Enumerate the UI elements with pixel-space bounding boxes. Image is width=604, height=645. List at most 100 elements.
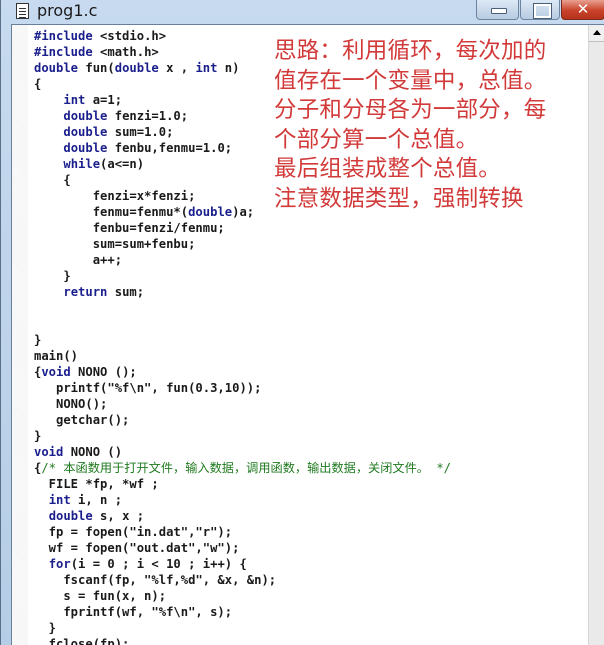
- code-text: NONO (): [63, 445, 123, 459]
- annotation-line: 注意数据类型，强制转换: [274, 185, 524, 212]
- code-keyword: double: [63, 141, 108, 155]
- code-text: fun(: [85, 61, 115, 75]
- code-keyword: double: [63, 125, 108, 139]
- code-line: fscanf(fp, "%lf,%d", &x, &n);: [34, 572, 451, 588]
- annotation-line: 思路：利用循环，每次加的: [274, 38, 547, 64]
- code-text: main(): [34, 349, 79, 363]
- editor-window: prog1.c ✕ #include <stdio.h> #include <ma…: [0, 0, 604, 645]
- code-text: }: [34, 429, 42, 443]
- code-keyword: double: [34, 61, 86, 75]
- annotation-note: 思路：利用循环，每次加的 值存在一个变量中，总值。 分子和分母各为一部分，每 个部分算…: [274, 37, 546, 214]
- code-text: getchar();: [34, 413, 130, 427]
- code-line: }: [34, 428, 451, 444]
- window-title: prog1.c: [37, 1, 98, 20]
- code-keyword: void: [34, 445, 64, 459]
- code-line: {/* 本函数用于打开文件，输入数据，调用函数，输出数据，关闭文件。 */: [34, 460, 451, 476]
- code-text: NONO ();: [70, 365, 137, 379]
- code-keyword: double: [114, 61, 159, 75]
- code-line: }: [34, 620, 451, 636]
- code-text: fenzi=x*fenzi;: [34, 189, 196, 203]
- code-line: sum=sum+fenbu;: [34, 236, 451, 252]
- code-text: s = fun(x, n);: [34, 589, 167, 603]
- code-text: fscanf(fp, "%lf,%d", &x, &n);: [34, 573, 277, 587]
- annotation-line: 个部分算一个总值。: [274, 126, 479, 153]
- code-line: fclose(fp);: [34, 636, 451, 645]
- code-line: double s, x ;: [34, 508, 451, 524]
- code-line: fenbu=fenzi/fenmu;: [34, 220, 451, 236]
- code-line: main(): [34, 348, 451, 364]
- code-line: getchar();: [34, 412, 451, 428]
- code-text: sum;: [107, 285, 145, 299]
- code-line: s = fun(x, n);: [34, 588, 451, 604]
- title-bar[interactable]: prog1.c ✕: [1, 0, 604, 24]
- document-icon: [16, 3, 29, 19]
- code-line: int i, n ;: [34, 492, 451, 508]
- code-keyword: #include: [34, 29, 101, 43]
- code-text: fenbu=fenzi/fenmu;: [34, 221, 225, 235]
- code-text: a++;: [34, 253, 123, 267]
- code-text: fprintf(wf, "%f\n", s);: [34, 605, 233, 619]
- code-text: <stdio.h>: [100, 29, 167, 43]
- code-keyword: double: [63, 109, 108, 123]
- code-text: }: [34, 621, 57, 635]
- code-text: }: [34, 269, 71, 283]
- code-keyword: while: [63, 157, 101, 171]
- code-comment: /* 本函数用于打开文件，输入数据，调用函数，输出数据，关闭文件。 */: [41, 461, 451, 475]
- code-editor[interactable]: #include <stdio.h> #include <math.h> doubl…: [11, 24, 604, 645]
- scroll-up-arrow-icon[interactable]: [589, 25, 604, 42]
- code-line: {void NONO ();: [34, 364, 451, 380]
- code-text: fp = fopen("in.dat","r");: [34, 525, 233, 539]
- annotation-line: 分子和分母各为一部分，每: [274, 97, 547, 123]
- maximize-button[interactable]: [520, 0, 560, 20]
- code-line: }: [34, 268, 451, 284]
- vertical-scrollbar[interactable]: [588, 25, 604, 645]
- code-text: <math.h>: [100, 45, 159, 59]
- code-text: (a<=n): [100, 157, 145, 171]
- code-line: fprintf(wf, "%f\n", s);: [34, 604, 451, 620]
- code-text: i, n ;: [70, 493, 123, 507]
- code-keyword: double: [48, 509, 93, 523]
- code-text: NONO();: [34, 397, 108, 411]
- code-keyword: int: [63, 93, 86, 107]
- code-keyword: int: [195, 61, 218, 75]
- code-keyword: #include: [34, 45, 101, 59]
- code-line: return sum;: [34, 284, 451, 300]
- code-text: fclose(fp);: [34, 637, 130, 645]
- code-text: s, x ;: [92, 509, 145, 523]
- code-text: printf("%f\n", fun(0.3,10));: [34, 381, 262, 395]
- code-keyword: double: [188, 205, 233, 219]
- minimize-button[interactable]: [476, 0, 519, 20]
- code-keyword: for: [48, 557, 71, 571]
- code-text: FILE *fp, *wf ;: [34, 477, 159, 491]
- code-keyword: void: [41, 365, 71, 379]
- close-button[interactable]: ✕: [561, 0, 604, 20]
- code-text: {: [34, 77, 42, 91]
- code-keyword: int: [48, 493, 71, 507]
- annotation-line: 最后组装成整个总值。: [274, 156, 502, 182]
- code-line: wf = fopen("out.dat","w");: [34, 540, 451, 556]
- code-line: fp = fopen("in.dat","r");: [34, 524, 451, 540]
- code-text: sum=1.0;: [107, 125, 174, 139]
- code-line: FILE *fp, *wf ;: [34, 476, 451, 492]
- code-text: wf = fopen("out.dat","w");: [34, 541, 240, 555]
- code-text: x ,: [158, 61, 196, 75]
- code-text: fenzi=1.0;: [107, 109, 189, 123]
- code-line: a++;: [34, 252, 451, 268]
- code-text: sum=sum+fenbu;: [34, 237, 196, 251]
- code-line: }: [34, 332, 451, 348]
- code-text: }: [34, 333, 42, 347]
- code-text: n): [217, 61, 240, 75]
- close-icon: ✕: [576, 0, 590, 18]
- code-line: NONO();: [34, 396, 451, 412]
- code-text: fenmu=fenmu*(: [34, 205, 189, 219]
- code-line: void NONO (): [34, 444, 451, 460]
- editor-gutter: [12, 25, 28, 645]
